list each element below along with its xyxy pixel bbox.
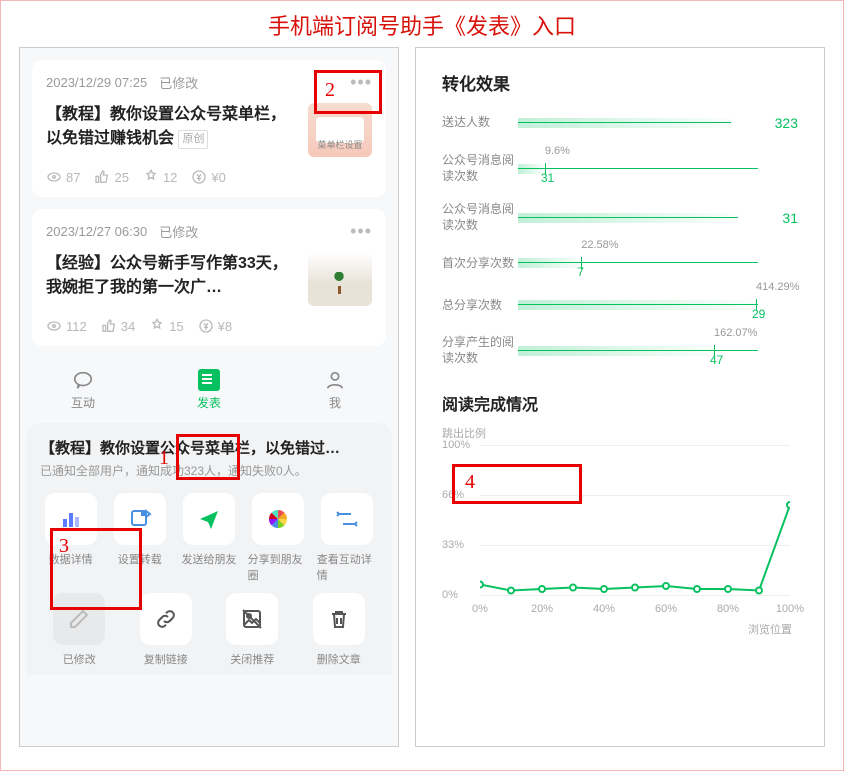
views-stat: 112 [46,318,87,334]
metric-percent: 162.07% [714,327,757,339]
metric-label: 送达人数 [442,115,518,131]
article-thumbnail [308,252,372,306]
y-tick: 66% [442,489,464,501]
tab-publish[interactable]: 发表 [179,366,239,413]
document-icon [198,369,220,391]
x-axis-label: 浏览位置 [748,621,792,637]
article-title: 【经验】公众号新手写作第33天，我婉拒了我的第一次广… [46,252,298,300]
metric-percent: 22.58% [581,239,618,251]
tab-interact[interactable]: 互动 [53,366,113,413]
x-tick: 100% [776,603,804,615]
action-copy-link[interactable]: 复制链接 [127,593,206,667]
page-title: 手机端订阅号助手《发表》入口 [19,9,825,41]
metric-row: 首次分享次数22.58%7 [442,251,798,275]
article-title: 【教程】教你设置公众号菜单栏，以免错过赚钱机会 原创 [46,103,298,151]
more-icon[interactable]: ••• [350,221,372,242]
metric-value: 47 [710,353,723,367]
article-status: 已修改 [159,73,198,92]
tab-me[interactable]: 我 [305,366,365,413]
earn-stat: ¥0 [191,169,225,185]
wow-stat: 12 [143,169,177,185]
x-tick: 0% [472,603,488,615]
metric-row: 公众号消息阅读次数9.6%31 [442,153,798,184]
y-tick: 33% [442,539,464,551]
x-tick: 60% [655,603,677,615]
sheet-subtitle: 已通知全部用户，通知成功323人，通知失败0人。 [40,462,378,479]
article-date: 2023/12/29 07:25 [46,75,147,90]
action-sheet: 【教程】教你设置公众号菜单栏，以免错过… 已通知全部用户，通知成功323人，通知… [26,423,392,675]
metric-percent: 414.29% [756,281,799,293]
bottom-tabs: 互动 发表 我 [20,358,398,417]
metric-row: 分享产生的阅读次数162.07%47 [442,335,798,366]
metric-value: 31 [782,210,798,226]
metric-value: 31 [541,171,554,185]
metric-label: 公众号消息阅读次数 [442,153,518,184]
metric-row: 总分享次数414.29%29 [442,293,798,317]
sheet-title: 【教程】教你设置公众号菜单栏，以免错过… [40,437,378,458]
article-card[interactable]: 2023/12/29 07:25 已修改 ••• 【教程】教你设置公众号菜单栏，… [32,60,386,197]
analytics-panel: 转化效果 送达人数323公众号消息阅读次数9.6%31公众号消息阅读次数31首次… [415,47,825,747]
action-share-moments[interactable]: 分享到朋友圈 [248,493,309,583]
x-tick: 40% [593,603,615,615]
article-date: 2023/12/27 06:30 [46,224,147,239]
earn-stat: ¥8 [198,318,232,334]
y-axis-label: 跳出比例 [442,425,798,441]
metric-value: 7 [577,265,584,279]
metric-row: 送达人数 323 [442,111,798,135]
y-tick: 100% [442,439,470,451]
more-icon[interactable]: ••• [350,72,372,93]
action-view-detail[interactable]: 查看互动详情 [317,493,378,583]
article-status: 已修改 [159,222,198,241]
likes-stat: 34 [101,318,135,334]
wow-stat: 15 [149,318,183,334]
action-data-detail[interactable]: 数据详情 [40,493,101,583]
original-tag: 原创 [178,130,208,149]
mobile-panel: 2023/12/29 07:25 已修改 ••• 【教程】教你设置公众号菜单栏，… [19,47,399,747]
article-thumbnail: 菜单栏设置 [308,103,372,157]
action-repost[interactable]: 设置转载 [109,493,170,583]
metric-value: 29 [752,307,765,321]
section-heading-reading: 阅读完成情况 [442,391,798,415]
metric-row: 公众号消息阅读次数 31 [442,202,798,233]
reading-completion-chart: 100%66%33%0%0%20%40%60%80%100%浏览位置 [442,445,798,615]
action-delete[interactable]: 删除文章 [300,593,379,667]
views-stat: 87 [46,169,80,185]
section-heading-conversion: 转化效果 [442,70,798,95]
likes-stat: 25 [94,169,128,185]
action-close-recommend[interactable]: 关闭推荐 [213,593,292,667]
action-send-friend[interactable]: 发送给朋友 [178,493,239,583]
metric-label: 总分享次数 [442,298,518,314]
y-tick: 0% [442,589,458,601]
metric-label: 分享产生的阅读次数 [442,335,518,366]
metric-label: 首次分享次数 [442,256,518,272]
metric-label: 公众号消息阅读次数 [442,202,518,233]
x-tick: 80% [717,603,739,615]
metric-value: 323 [775,115,798,131]
x-tick: 20% [531,603,553,615]
action-edited: 已修改 [40,593,119,667]
article-card[interactable]: 2023/12/27 06:30 已修改 ••• 【经验】公众号新手写作第33天… [32,209,386,346]
metric-percent: 9.6% [545,145,570,157]
